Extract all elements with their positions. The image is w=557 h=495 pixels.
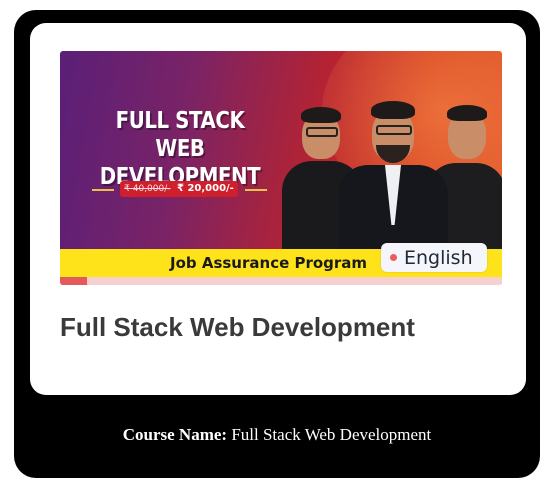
banner-price-row: ₹ 40,000/- ₹ 20,000/- (92, 181, 267, 197)
banner-price-old: ₹ 40,000/- (124, 184, 171, 194)
banner-price-tag: ₹ 40,000/- ₹ 20,000/- (120, 181, 238, 197)
price-divider-right (245, 189, 267, 191)
banner-progress-strip (60, 277, 502, 285)
course-title[interactable]: Full Stack Web Development (60, 312, 415, 343)
banner-title: FULL STACK WEB DEVELOPMENT (77, 107, 283, 191)
banner-progress-fill (60, 277, 87, 285)
program-text: Job Assurance Program (170, 254, 368, 272)
instructor-photo-center (338, 95, 448, 275)
course-name-caption: Course Name: Full Stack Web Development (14, 425, 540, 445)
banner-price-new: ₹ 20,000/- (177, 183, 234, 194)
caption-value: Full Stack Web Development (227, 425, 432, 444)
language-label: English (404, 246, 473, 269)
banner-title-line-1: FULL STACK (115, 108, 245, 134)
language-dot-icon (390, 254, 397, 261)
price-divider-left (92, 189, 114, 191)
caption-label: Course Name: (122, 425, 228, 444)
language-badge: English (381, 243, 487, 272)
